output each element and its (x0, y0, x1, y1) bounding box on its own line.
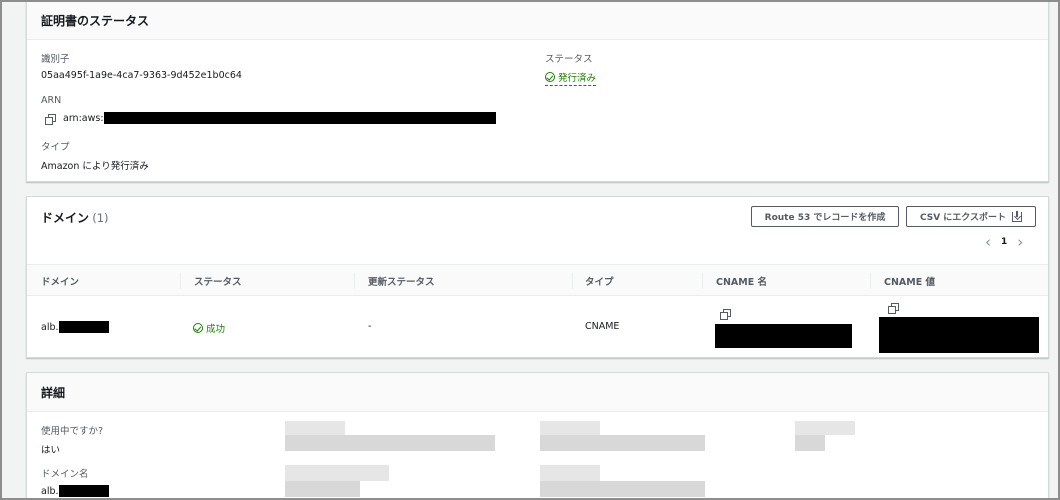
status-value[interactable]: 発行済み (545, 70, 597, 86)
table-row: alb. 成功 - CNAME (27, 297, 1048, 357)
panel-title: 証明書のステータス (41, 13, 150, 28)
arn-value-row: arn:aws: (41, 112, 496, 125)
next-page-icon[interactable]: › (1017, 235, 1023, 250)
prev-page-icon[interactable]: ‹ (985, 235, 991, 250)
details-title: 詳細 (41, 385, 66, 400)
column-divider (354, 273, 355, 289)
type-label: タイプ (41, 142, 70, 153)
row-status: 成功 (193, 321, 225, 335)
arn-value: arn:aws: (63, 112, 104, 124)
domain-redaction (58, 321, 109, 333)
identifier-value: 05aa495f-1a9e-4ca7-9363-9d452e1b0c64 (41, 70, 242, 81)
obscured-field-value (795, 435, 825, 451)
copy-icon[interactable] (888, 303, 899, 314)
row-domain-text: alb. (41, 321, 59, 333)
check-circle-icon (545, 72, 555, 82)
arn-label: ARN (41, 95, 62, 106)
download-icon (1012, 210, 1023, 222)
cname-name-redaction (715, 324, 852, 348)
row-status-text: 成功 (206, 324, 226, 335)
column-header-renewal-status[interactable]: 更新ステータス (368, 265, 435, 297)
domain-name-label: ドメイン名 (41, 469, 89, 480)
create-route53-records-button[interactable]: Route 53 でレコードを作成 (751, 206, 899, 227)
row-domain: alb. (41, 321, 109, 333)
details-panel: 詳細 使用中ですか? はい ドメイン名 alb. (26, 372, 1049, 500)
domain-name-field: ドメイン名 alb. (41, 466, 109, 497)
row-type: CNAME (585, 321, 620, 332)
type-field: タイプ Amazon により発行済み (41, 139, 149, 172)
domain-name-value: alb. (41, 485, 59, 497)
status-field: ステータス 発行済み (545, 51, 597, 86)
check-circle-icon (193, 323, 203, 333)
pagination: ‹ 1 › (985, 235, 1023, 250)
copy-icon[interactable] (45, 113, 56, 125)
create-route53-records-label: Route 53 でレコードを作成 (764, 213, 886, 223)
obscured-field-label (540, 465, 600, 481)
column-header-cname-name[interactable]: CNAME 名 (716, 265, 767, 297)
domains-title: ドメイン (41, 211, 90, 225)
domains-table-header: ドメイン ステータス 更新ステータス タイプ CNAME 名 CNAME 値 (27, 264, 1048, 296)
page-number[interactable]: 1 (1001, 237, 1007, 247)
status-label: ステータス (545, 54, 593, 65)
copy-icon[interactable] (720, 309, 731, 320)
obscured-field-label (285, 465, 389, 481)
column-divider (180, 273, 181, 289)
column-header-cname-value[interactable]: CNAME 値 (884, 265, 935, 297)
obscured-field-value (285, 481, 360, 497)
cname-value-redaction (879, 317, 1039, 353)
domains-count: (1) (92, 211, 109, 225)
column-divider (702, 273, 703, 289)
column-divider (572, 273, 573, 289)
export-csv-label: CSV にエクスポート (919, 213, 1007, 223)
in-use-value: はい (41, 445, 61, 456)
column-divider (870, 273, 871, 289)
identifier-label: 識別子 (41, 54, 70, 65)
obscured-field-label (795, 421, 855, 435)
column-header-type[interactable]: タイプ (585, 265, 614, 297)
obscured-field-value (540, 481, 705, 497)
certificate-status-header: 証明書のステータス (27, 1, 1048, 40)
domain-name-row: alb. (41, 485, 109, 497)
type-value: Amazon により発行済み (41, 161, 149, 172)
certificate-status-panel: 証明書のステータス 識別子 05aa495f-1a9e-4ca7-9363-9d… (26, 0, 1049, 182)
obscured-field-value (285, 435, 495, 451)
domains-header: ドメイン (1) (41, 209, 109, 226)
column-header-status[interactable]: ステータス (194, 265, 242, 297)
domain-name-redaction (58, 485, 109, 497)
arn-redaction (103, 112, 496, 124)
status-text: 発行済み (558, 73, 597, 84)
column-header-domain[interactable]: ドメイン (41, 265, 79, 297)
in-use-label: 使用中ですか? (41, 426, 104, 437)
identifier-field: 識別子 05aa495f-1a9e-4ca7-9363-9d452e1b0c64 (41, 51, 242, 81)
details-header: 詳細 (27, 373, 1048, 412)
in-use-field: 使用中ですか? はい (41, 423, 103, 456)
obscured-field-value (540, 435, 705, 451)
export-csv-button[interactable]: CSV にエクスポート (906, 206, 1036, 227)
arn-field: ARN arn:aws: (41, 95, 496, 125)
row-renewal-status: - (368, 321, 372, 332)
domains-panel: ドメイン (1) Route 53 でレコードを作成 CSV にエクスポート ‹… (26, 196, 1049, 358)
